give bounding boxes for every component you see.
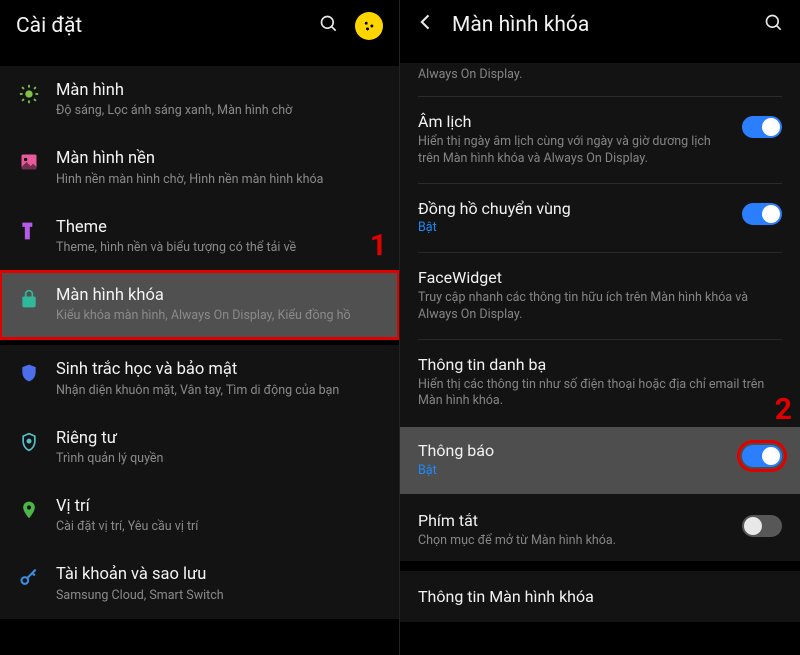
divider bbox=[418, 252, 782, 253]
item-lock-screen[interactable]: Màn hình khóa Kiểu khóa màn hình, Always… bbox=[0, 271, 399, 339]
item-subtitle: Samsung Cloud, Smart Switch bbox=[56, 588, 381, 605]
shield-icon bbox=[18, 362, 40, 384]
item-privacy[interactable]: Riêng tư Trình quản lý quyền bbox=[0, 414, 399, 482]
profile-avatar[interactable] bbox=[355, 12, 383, 40]
theme-icon bbox=[18, 220, 40, 242]
item-title: Màn hình bbox=[56, 80, 381, 101]
divider bbox=[418, 183, 782, 184]
row-title: Âm lịch bbox=[418, 112, 728, 133]
wallpaper-icon bbox=[18, 151, 40, 173]
divider bbox=[418, 96, 782, 97]
item-title: Vị trí bbox=[56, 496, 381, 517]
row-title: Phím tắt bbox=[418, 511, 728, 532]
header-actions bbox=[319, 12, 383, 40]
item-title: Riêng tư bbox=[56, 428, 381, 449]
row-shortcuts[interactable]: Phím tắt Chọn mục để mở từ Màn hình khóa… bbox=[400, 500, 800, 561]
back-icon[interactable] bbox=[416, 12, 440, 37]
row-notifications[interactable]: Thông báo Bật bbox=[400, 427, 800, 494]
row-about-lockscreen[interactable]: Thông tin Màn hình khóa bbox=[400, 571, 800, 622]
row-facewidget[interactable]: FaceWidget Truy cập nhanh các thông tin … bbox=[400, 257, 800, 335]
item-theme[interactable]: Theme Theme, hình nền và biểu tượng có t… bbox=[0, 203, 399, 271]
toggle-roaming[interactable] bbox=[742, 203, 782, 225]
location-icon bbox=[18, 499, 40, 521]
search-icon[interactable] bbox=[319, 14, 339, 38]
item-subtitle: Theme, hình nền và biểu tượng có thể tải… bbox=[56, 240, 381, 257]
item-subtitle: Cài đặt vị trí, Yêu cầu vị trí bbox=[56, 519, 381, 536]
settings-header: Cài đặt bbox=[0, 0, 399, 60]
row-title: Thông báo bbox=[418, 441, 728, 462]
settings-pane: Cài đặt Màn hình Độ sáng, Lọc ánh sáng x… bbox=[0, 0, 400, 655]
page-title: Màn hình khóa bbox=[452, 13, 752, 37]
item-subtitle: Kiểu khóa màn hình, Always On Display, K… bbox=[56, 308, 381, 325]
row-subtitle: Truy cập nhanh các thông tin hữu ích trê… bbox=[418, 290, 782, 324]
key-icon bbox=[18, 567, 40, 589]
lock-icon bbox=[18, 288, 40, 310]
prev-item-sub: Always On Display. bbox=[400, 63, 800, 92]
item-wallpaper[interactable]: Màn hình nền Hình nền màn hình chờ, Hình… bbox=[0, 134, 399, 202]
row-title: Thông tin Màn hình khóa bbox=[418, 587, 594, 606]
row-roaming-clock[interactable]: Đồng hồ chuyển vùng Bật bbox=[400, 188, 800, 249]
item-display[interactable]: Màn hình Độ sáng, Lọc ánh sáng xanh, Màn… bbox=[0, 66, 399, 134]
item-subtitle: Trình quản lý quyền bbox=[56, 451, 381, 468]
row-subtitle: Hiển thị các thông tin như số điện thoại… bbox=[418, 377, 782, 411]
row-title: FaceWidget bbox=[418, 268, 782, 289]
item-title: Theme bbox=[56, 217, 381, 238]
row-on-label: Bật bbox=[418, 220, 728, 237]
item-location[interactable]: Vị trí Cài đặt vị trí, Yêu cầu vị trí bbox=[0, 482, 399, 550]
divider bbox=[418, 339, 782, 340]
row-lunar-calendar[interactable]: Âm lịch Hiển thị ngày âm lịch cùng với n… bbox=[400, 101, 800, 179]
item-title: Tài khoản và sao lưu bbox=[56, 564, 381, 585]
page-title: Cài đặt bbox=[16, 14, 307, 38]
item-title: Sinh trắc học và bảo mật bbox=[56, 359, 381, 380]
settings-group-display: Màn hình Độ sáng, Lọc ánh sáng xanh, Màn… bbox=[0, 66, 399, 339]
row-title: Đồng hồ chuyển vùng bbox=[418, 199, 728, 220]
item-title: Màn hình nền bbox=[56, 148, 381, 169]
item-biometrics[interactable]: Sinh trắc học và bảo mật Nhận diện khuôn… bbox=[0, 345, 399, 413]
lockscreen-group: Always On Display. Âm lịch Hiển thị ngày… bbox=[400, 63, 800, 561]
privacy-icon bbox=[18, 431, 40, 453]
annotation-badge-1: 1 bbox=[370, 228, 387, 263]
item-subtitle: Hình nền màn hình chờ, Hình nền màn hình… bbox=[56, 172, 381, 189]
toggle-shortcuts[interactable] bbox=[742, 515, 782, 537]
item-accounts[interactable]: Tài khoản và sao lưu Samsung Cloud, Smar… bbox=[0, 550, 399, 618]
item-title: Màn hình khóa bbox=[56, 285, 381, 306]
row-contact-info[interactable]: Thông tin danh bạ Hiển thị các thông tin… bbox=[400, 344, 800, 422]
row-title: Thông tin danh bạ bbox=[418, 355, 782, 376]
brightness-icon bbox=[18, 83, 40, 105]
row-subtitle: Hiển thị ngày âm lịch cùng với ngày và g… bbox=[418, 134, 728, 168]
annotation-badge-2: 2 bbox=[775, 392, 792, 427]
row-on-label: Bật bbox=[418, 463, 728, 480]
lockscreen-header: Màn hình khóa bbox=[400, 0, 800, 57]
item-subtitle: Nhận diện khuôn mặt, Vân tay, Tìm di độn… bbox=[56, 383, 381, 400]
item-subtitle: Độ sáng, Lọc ánh sáng xanh, Màn hình chờ bbox=[56, 103, 381, 120]
search-icon[interactable] bbox=[764, 13, 784, 37]
row-subtitle: Chọn mục để mở từ Màn hình khóa. bbox=[418, 533, 728, 550]
settings-group-security: Sinh trắc học và bảo mật Nhận diện khuôn… bbox=[0, 345, 399, 618]
lockscreen-pane: Màn hình khóa Always On Display. Âm lịch… bbox=[400, 0, 800, 655]
toggle-lunar[interactable] bbox=[742, 116, 782, 138]
toggle-notifications[interactable] bbox=[742, 445, 782, 467]
